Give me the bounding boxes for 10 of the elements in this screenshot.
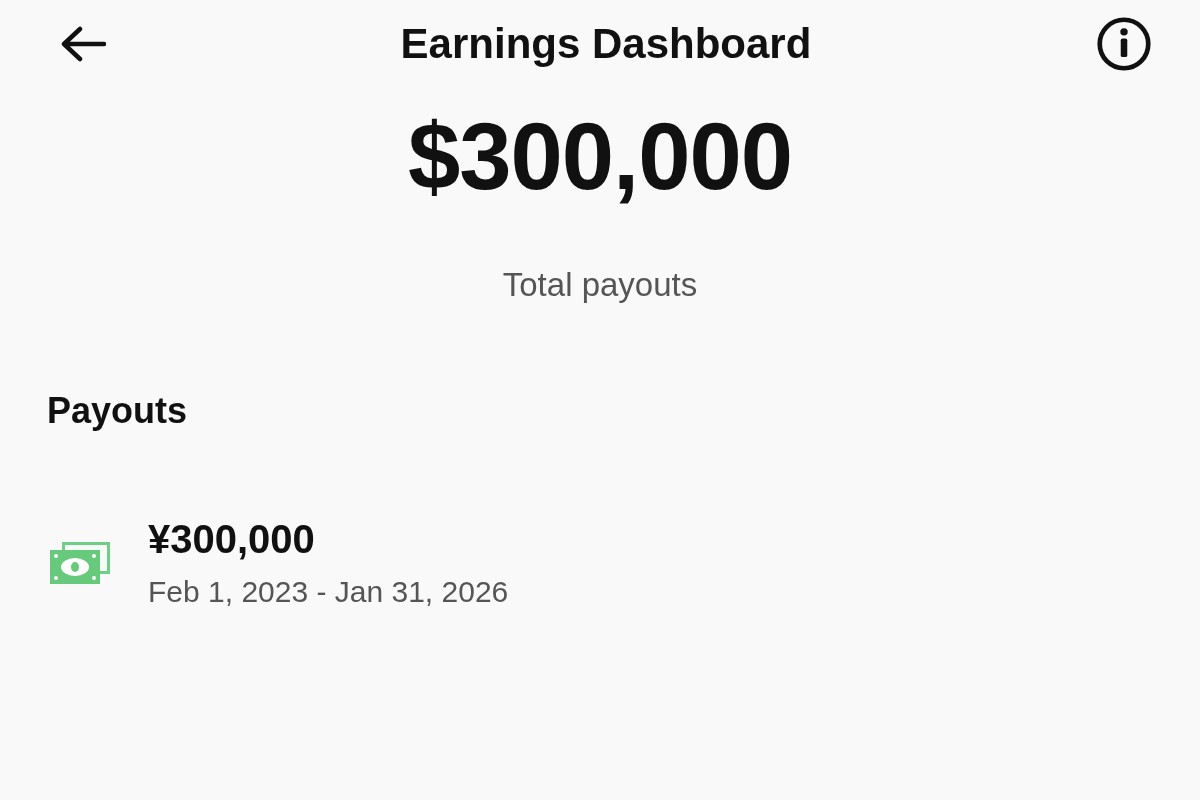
back-arrow-icon — [60, 26, 106, 62]
banknotes-icon — [48, 540, 112, 586]
page-title: Earnings Dashboard — [400, 23, 812, 65]
payout-period: Feb 1, 2023 - Jan 31, 2026 — [148, 577, 509, 607]
info-button[interactable] — [1096, 16, 1152, 72]
total-label: Total payouts — [502, 268, 698, 301]
payout-amount: ¥300,000 — [148, 519, 315, 559]
section-heading: Payouts — [47, 393, 188, 429]
total-amount: $300,000 — [407, 110, 793, 204]
info-icon — [1096, 16, 1152, 72]
